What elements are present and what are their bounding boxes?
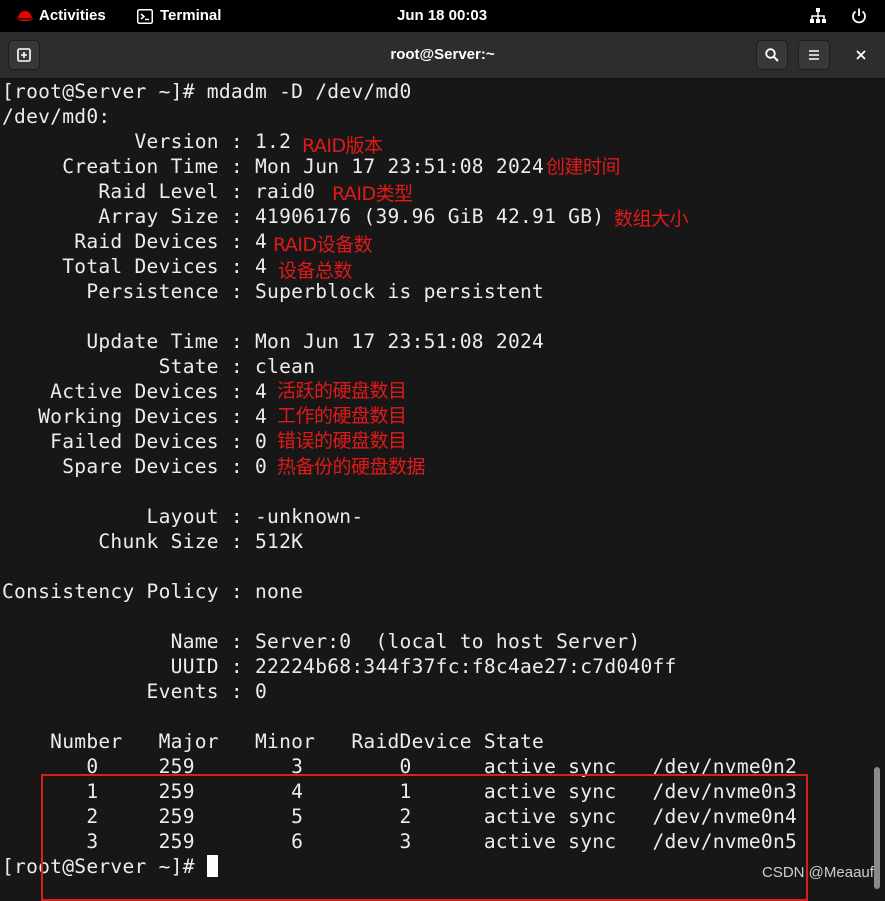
- activities-button[interactable]: Activities: [16, 0, 106, 32]
- clock[interactable]: Jun 18 00:03: [397, 0, 487, 32]
- output-line: Array Size : 41906176 (39.96 GiB 42.91 G…: [2, 205, 605, 228]
- output-line: UUID : 22224b68:344f37fc:f8c4ae27:c7d040…: [2, 655, 677, 678]
- close-icon: [856, 50, 866, 60]
- terminal-app-label: Terminal: [160, 7, 222, 24]
- output-line: /dev/md0:: [2, 105, 111, 128]
- output-line: Layout : -unknown-: [2, 505, 364, 528]
- annotation-failed-devices: 错误的硬盘数目: [277, 430, 407, 452]
- annotation-raid-version: RAID版本: [302, 135, 383, 157]
- output-line: Working Devices : 4: [2, 405, 268, 428]
- output-line: Active Devices : 4: [2, 380, 268, 403]
- top-bar: Activities Terminal Jun 18 00:03: [0, 0, 885, 32]
- output-line: State : clean: [2, 355, 316, 378]
- new-tab-icon: [17, 48, 31, 62]
- annotation-working-devices: 工作的硬盘数目: [277, 405, 407, 427]
- output-line: Spare Devices : 0: [2, 455, 268, 478]
- output-line: Failed Devices : 0: [2, 430, 268, 453]
- watermark: CSDN @Meaauf: [762, 864, 874, 881]
- annotation-array-size: 数组大小: [614, 208, 689, 230]
- power-icon: [852, 8, 866, 24]
- window-title: root@Server:~: [390, 46, 495, 63]
- output-line: Name : Server:0 (local to host Server): [2, 630, 641, 653]
- terminal-window: root@Server:~ [root@Server ~]# mdadm -D: [0, 32, 885, 901]
- search-icon: [765, 48, 779, 62]
- output-line: Update Time : Mon Jun 17 23:51:08 2024: [2, 330, 545, 353]
- output-line: Events : 0: [2, 680, 268, 703]
- output-line: Raid Level : raid0: [2, 180, 316, 203]
- terminal-app-menu[interactable]: Terminal: [137, 0, 221, 32]
- output-line: Chunk Size : 512K: [2, 530, 304, 553]
- annotation-creation-time: 创建时间: [546, 156, 621, 178]
- output-line: Consistency Policy : none: [2, 580, 304, 603]
- menu-button[interactable]: [798, 40, 830, 70]
- annotation-spare-devices: 热备份的硬盘数据: [277, 456, 426, 478]
- annotation-active-devices: 活跃的硬盘数目: [277, 380, 407, 402]
- header-bar: root@Server:~: [0, 32, 885, 79]
- output-line: Total Devices : 4: [2, 255, 268, 278]
- close-button[interactable]: [845, 40, 877, 70]
- output-line: [root@Server ~]# mdadm -D /dev/md0: [2, 80, 412, 103]
- terminal-icon: [137, 9, 153, 24]
- activities-label: Activities: [39, 7, 106, 24]
- redhat-logo-icon: [16, 11, 34, 21]
- search-button[interactable]: [756, 40, 788, 70]
- new-tab-button[interactable]: [8, 40, 40, 70]
- output-line: Raid Devices : 4: [2, 230, 268, 253]
- device-table-highlight: [41, 774, 808, 901]
- annotation-total-devices: 设备总数: [278, 260, 353, 282]
- network-icon: [810, 8, 826, 23]
- scrollbar[interactable]: [874, 767, 880, 889]
- output-line: Persistence : Superblock is persistent: [2, 280, 545, 303]
- output-line: Creation Time : Mon Jun 17 23:51:08 2024: [2, 155, 545, 178]
- output-line: Number Major Minor RaidDevice State: [2, 730, 545, 753]
- terminal-output[interactable]: [root@Server ~]# mdadm -D /dev/md0/dev/m…: [0, 79, 885, 901]
- menu-icon: [809, 50, 819, 60]
- output-line: Version : 1.2: [2, 130, 292, 153]
- annotation-raid-devices: RAID设备数: [273, 234, 373, 256]
- annotation-raid-type: RAID类型: [332, 183, 413, 205]
